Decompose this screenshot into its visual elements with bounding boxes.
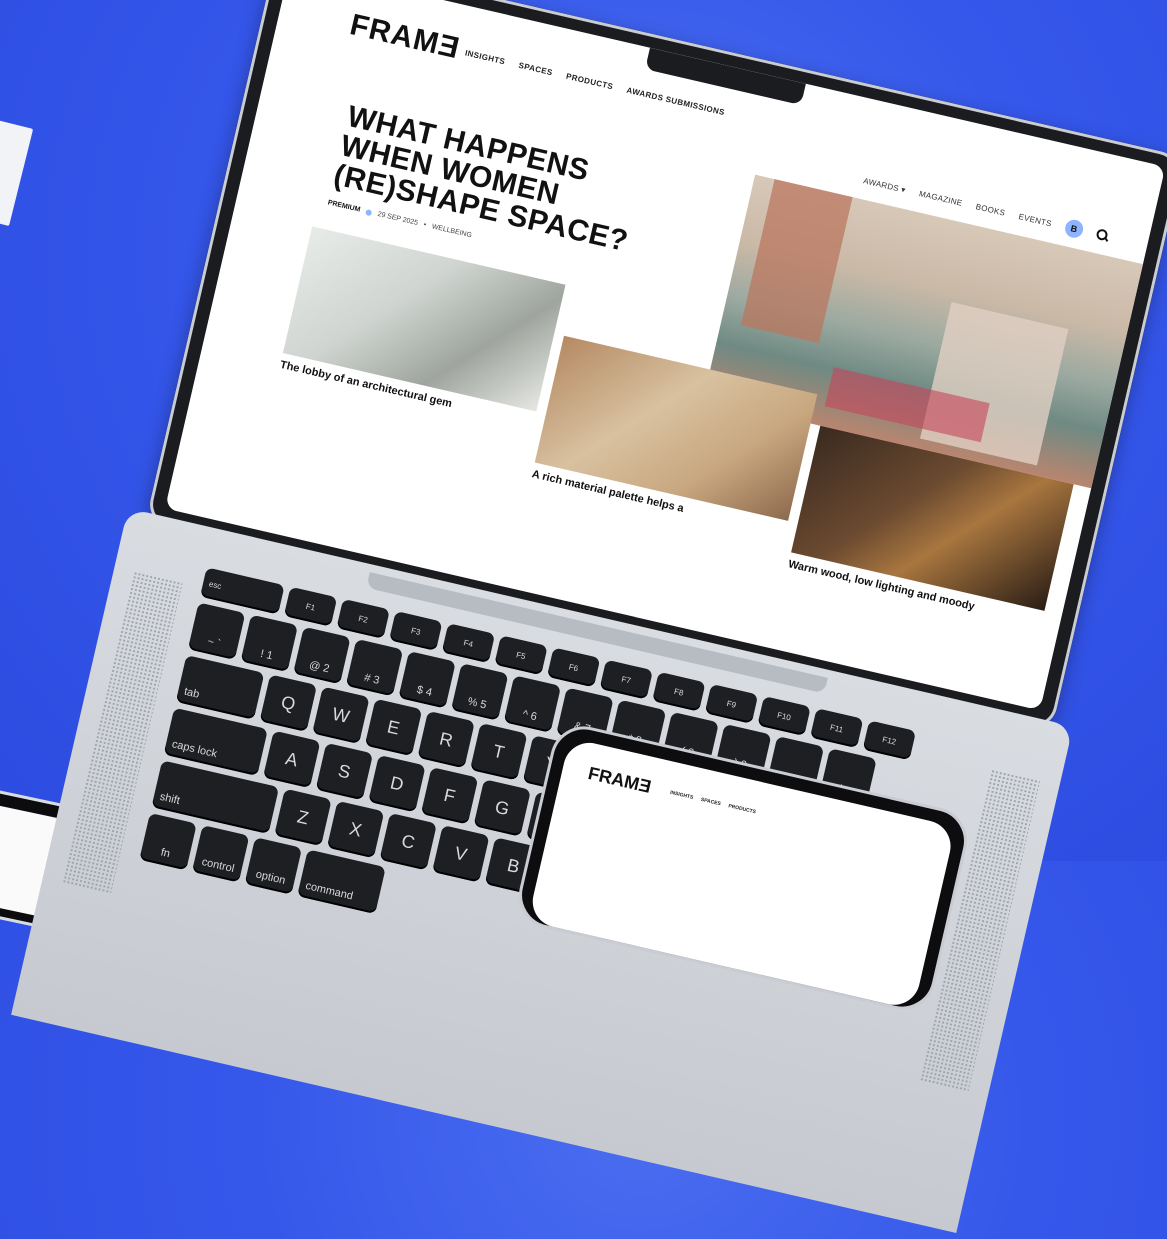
site-logo[interactable]: FRAMƎ <box>347 8 463 66</box>
phone-nav-insights[interactable]: INSIGHTS <box>669 790 693 801</box>
key-f4[interactable]: F4 <box>441 623 496 664</box>
key-f12[interactable]: F12 <box>862 720 917 761</box>
key-z[interactable]: Z <box>274 788 332 847</box>
meta-separator: • <box>422 221 427 229</box>
article-headline[interactable]: WHAT HAPPENS WHEN WOMEN (RE)SHAPE SPACE? <box>331 100 663 262</box>
premium-label: PREMIUM <box>327 199 361 214</box>
nav-magazine[interactable]: MAGAZINE <box>918 189 963 208</box>
nav-awards-submissions[interactable]: AWARDS SUBMISSIONS <box>626 86 726 117</box>
nav-events[interactable]: EVENTS <box>1018 212 1053 228</box>
key-option[interactable]: option <box>244 837 303 895</box>
nav-books[interactable]: BOOKS <box>975 202 1006 218</box>
user-avatar[interactable]: B <box>1063 217 1085 240</box>
phone-nav: INSIGHTS SPACES PRODUCTS <box>669 790 756 816</box>
key-v[interactable]: V <box>432 825 490 883</box>
key-f[interactable]: F <box>420 767 479 825</box>
key-f10[interactable]: F10 <box>757 696 811 737</box>
premium-dot-icon <box>365 208 373 216</box>
phone-nav-products[interactable]: PRODUCTS <box>728 803 757 815</box>
key-g[interactable]: G <box>473 779 531 837</box>
key-fn[interactable]: fn <box>139 812 197 871</box>
key-f2[interactable]: F2 <box>336 598 390 639</box>
key-3[interactable]: # 3 <box>345 638 404 697</box>
key-a[interactable]: A <box>262 730 321 789</box>
key-command[interactable]: command <box>297 849 386 915</box>
key-w[interactable]: W <box>312 686 370 745</box>
nav-insights[interactable]: INSIGHTS <box>464 48 506 66</box>
key-f8[interactable]: F8 <box>652 671 706 712</box>
nav-awards-dropdown[interactable]: AWARDS ▾ <box>863 176 907 194</box>
key-backtick[interactable]: ~ ` <box>187 602 246 660</box>
phone-site-logo[interactable]: FRAMƎ <box>586 763 653 798</box>
key-2[interactable]: @ 2 <box>293 626 351 685</box>
key-q[interactable]: Q <box>259 674 318 732</box>
key-t[interactable]: T <box>469 722 528 781</box>
key-f1[interactable]: F1 <box>283 586 338 627</box>
key-e[interactable]: E <box>364 698 423 757</box>
key-r[interactable]: R <box>417 710 475 769</box>
card-image[interactable] <box>282 226 566 412</box>
article-card[interactable]: The lobby of an architectural gem <box>279 226 566 429</box>
key-s[interactable]: S <box>315 742 374 801</box>
key-f7[interactable]: F7 <box>599 659 654 700</box>
key-f11[interactable]: F11 <box>809 708 864 749</box>
key-f9[interactable]: F9 <box>704 683 759 724</box>
key-4[interactable]: $ 4 <box>398 651 456 709</box>
key-control[interactable]: control <box>191 825 250 883</box>
key-x[interactable]: X <box>326 800 385 859</box>
article-date: 29 SEP 2025 <box>376 210 419 227</box>
nav-spaces[interactable]: SPACES <box>518 61 554 78</box>
nav-products[interactable]: PRODUCTS <box>565 72 614 92</box>
phone-nav-spaces[interactable]: SPACES <box>700 797 721 807</box>
key-6[interactable]: ^ 6 <box>503 675 562 733</box>
search-icon[interactable] <box>1095 228 1109 242</box>
key-d[interactable]: D <box>368 754 426 813</box>
key-1[interactable]: ! 1 <box>240 614 299 673</box>
key-f5[interactable]: F5 <box>494 635 548 676</box>
article-category[interactable]: WELLBEING <box>431 223 472 239</box>
key-f6[interactable]: F6 <box>546 647 601 688</box>
key-f3[interactable]: F3 <box>389 610 443 652</box>
key-c[interactable]: C <box>379 812 437 871</box>
key-5[interactable]: % 5 <box>450 663 509 721</box>
